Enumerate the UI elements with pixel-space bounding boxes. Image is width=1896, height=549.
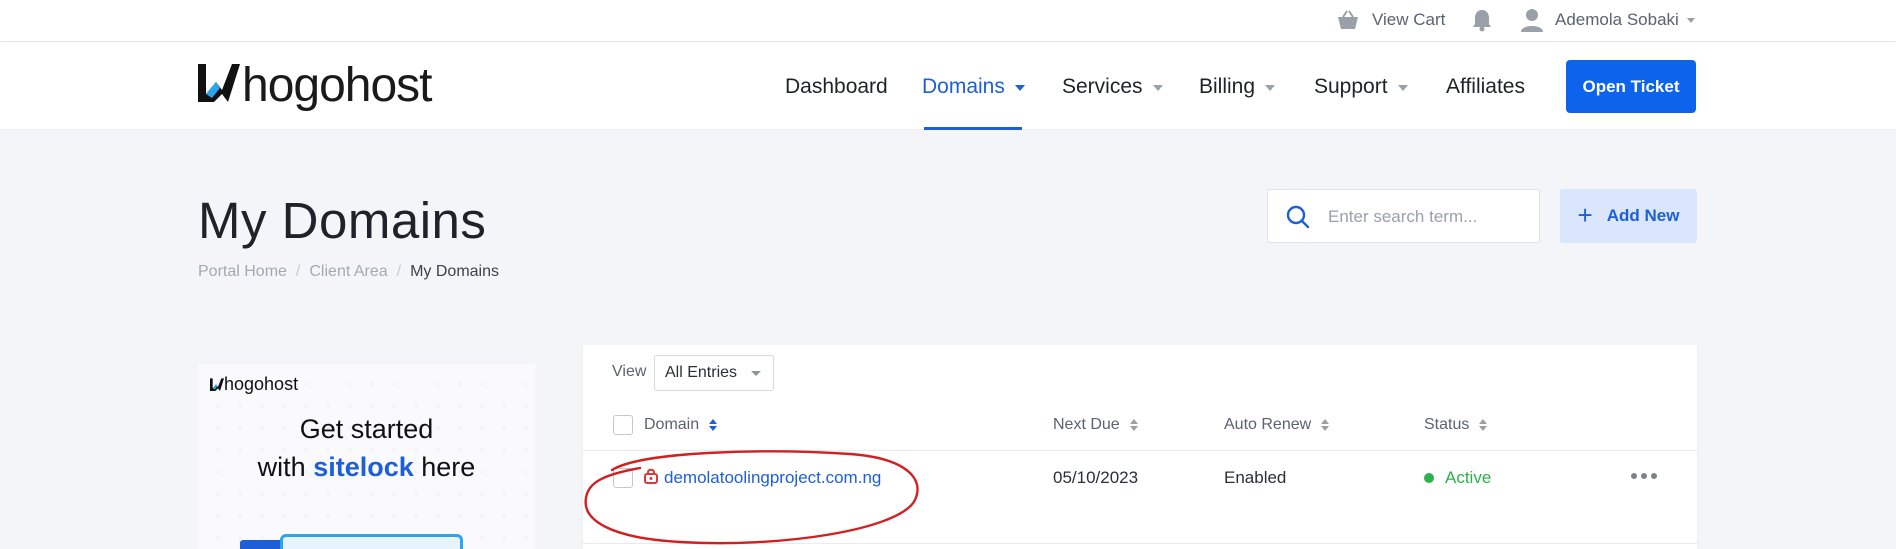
nav-support-label: Support: [1314, 74, 1388, 98]
view-cart-label: View Cart: [1372, 10, 1446, 29]
nav-support[interactable]: Support: [1314, 43, 1408, 130]
table-divider: [583, 543, 1697, 544]
chevron-down-icon: [1686, 17, 1695, 23]
table-divider: [583, 450, 1697, 451]
nav-dashboard[interactable]: Dashboard: [785, 43, 888, 130]
page-content: My Domains Portal Home / Client Area / M…: [0, 131, 1896, 549]
select-all-checkbox[interactable]: [613, 415, 633, 435]
bell-icon: [1472, 8, 1492, 32]
more-options-icon[interactable]: [1631, 473, 1657, 479]
breadcrumb-portal-home[interactable]: Portal Home: [198, 263, 287, 281]
column-header-label: Domain: [644, 416, 700, 433]
main-navigation: hogohost Dashboard Domains Services Bill…: [0, 43, 1896, 130]
banner-text: here: [413, 452, 476, 482]
banner-headline-1: Get started: [299, 414, 434, 444]
brand-mark-icon: [198, 63, 240, 109]
breadcrumb: Portal Home / Client Area / My Domains: [198, 263, 499, 281]
nav-billing-label: Billing: [1199, 74, 1256, 98]
domain-link[interactable]: demolatoolingproject.com.ng: [664, 468, 881, 488]
search-input[interactable]: [1328, 204, 1528, 230]
sort-icon: [709, 419, 718, 431]
lock-icon: [644, 468, 658, 489]
banner-logo: hogohost: [210, 374, 298, 395]
view-filter-value: All Entries: [665, 364, 738, 381]
active-nav-indicator: [924, 127, 1022, 130]
banner-highlight: sitelock: [313, 452, 414, 482]
status-dot-icon: [1424, 473, 1434, 483]
row-checkbox[interactable]: [613, 468, 633, 488]
view-cart-link[interactable]: View Cart: [1336, 0, 1445, 40]
nav-domains[interactable]: Domains: [922, 43, 1025, 130]
sort-icon: [1321, 419, 1330, 431]
column-header-status[interactable]: Status: [1424, 410, 1488, 440]
breadcrumb-client-area[interactable]: Client Area: [309, 263, 387, 281]
domains-table-card: View All Entries Domain Next Due Auto Re…: [583, 345, 1697, 549]
sort-icon: [1129, 419, 1138, 431]
domain-search: [1267, 189, 1540, 243]
brand-logo[interactable]: hogohost: [198, 59, 433, 112]
user-icon: [1521, 8, 1543, 32]
user-menu[interactable]: Ademola Sobaki: [1521, 0, 1695, 40]
column-header-domain[interactable]: Domain: [644, 410, 718, 440]
view-filter-select[interactable]: All Entries: [654, 355, 774, 391]
chevron-down-icon: [1265, 84, 1276, 91]
top-utility-bar: View Cart Ademola Sobaki: [0, 0, 1896, 42]
banner-brand: hogohost: [224, 374, 299, 394]
nav-dashboard-label: Dashboard: [785, 74, 888, 98]
status-badge: Active: [1424, 463, 1491, 493]
chevron-down-icon: [751, 371, 761, 376]
column-header-next-due[interactable]: Next Due: [1053, 410, 1138, 440]
nav-billing[interactable]: Billing: [1199, 43, 1276, 130]
breadcrumb-current: My Domains: [410, 263, 499, 280]
banner-headline-2: with sitelock here: [198, 452, 535, 483]
chevron-down-icon: [1397, 84, 1408, 91]
chevron-down-icon: [1014, 84, 1025, 91]
add-new-label: Add New: [1606, 206, 1680, 225]
column-header-auto-renew[interactable]: Auto Renew: [1224, 410, 1330, 440]
nav-affiliates-label: Affiliates: [1446, 74, 1525, 98]
brand-mark-icon: [210, 377, 224, 391]
page-title: My Domains: [198, 192, 487, 249]
column-header-label: Auto Renew: [1224, 416, 1312, 433]
user-name: Ademola Sobaki: [1555, 10, 1679, 29]
nav-services-label: Services: [1062, 74, 1143, 98]
next-due-cell: 05/10/2023: [1053, 468, 1139, 487]
status-label: Active: [1445, 468, 1492, 487]
breadcrumb-separator: /: [396, 263, 402, 280]
nav-services[interactable]: Services: [1062, 43, 1163, 130]
banner-text: with: [257, 452, 314, 482]
open-ticket-button[interactable]: Open Ticket: [1566, 60, 1696, 113]
sitelock-promo-banner[interactable]: hogohost Get started with sitelock here: [198, 364, 535, 549]
banner-illustration: [280, 534, 463, 549]
cart-icon: [1336, 9, 1360, 31]
nav-affiliates[interactable]: Affiliates: [1446, 43, 1525, 130]
sort-icon: [1479, 419, 1488, 431]
notifications-button[interactable]: [1472, 0, 1492, 40]
auto-renew-cell: Enabled: [1224, 468, 1287, 487]
nav-domains-label: Domains: [922, 74, 1005, 98]
column-header-label: Status: [1424, 416, 1470, 433]
plus-icon: +: [1577, 200, 1593, 230]
view-filter-label: View: [612, 363, 647, 380]
brand-name: hogohost: [242, 59, 433, 112]
add-new-button[interactable]: + Add New: [1560, 189, 1697, 243]
column-header-label: Next Due: [1053, 416, 1120, 433]
breadcrumb-separator: /: [295, 263, 301, 280]
chevron-down-icon: [1152, 84, 1163, 91]
domain-cell: demolatoolingproject.com.ng: [644, 463, 881, 493]
